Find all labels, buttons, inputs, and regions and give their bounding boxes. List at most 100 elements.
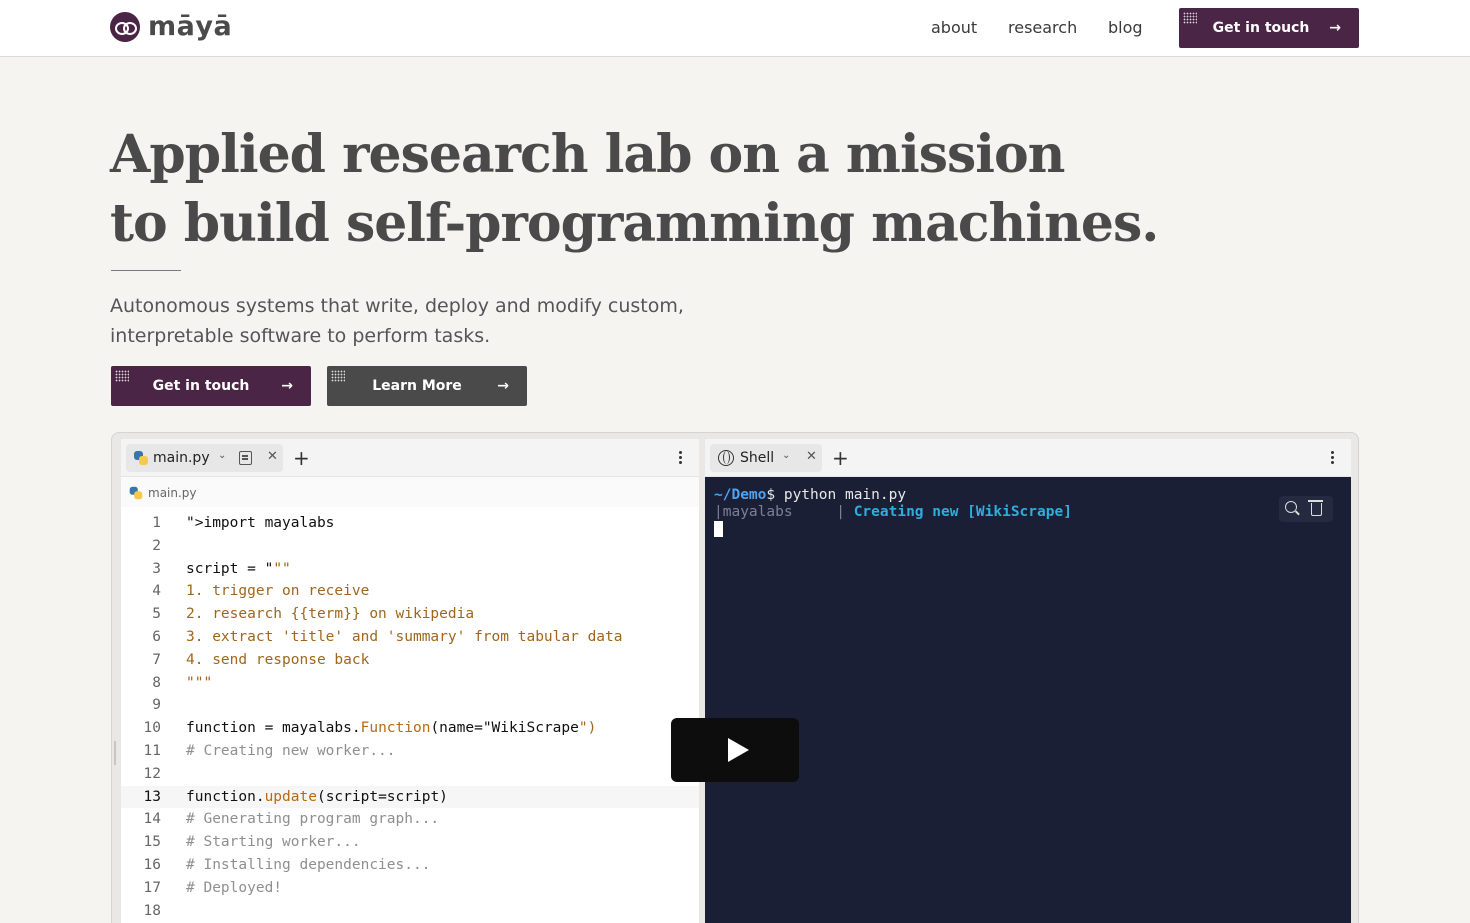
line-number: 13	[143, 788, 161, 805]
line-number: 8	[152, 674, 161, 691]
shell-tab-bar: Shell ⌄ ✕ +	[705, 439, 1351, 477]
line-number: 15	[143, 834, 161, 851]
line-number: 5	[152, 606, 161, 623]
line-code: 4. send response back	[186, 651, 370, 668]
brand-name: māyā	[148, 11, 233, 42]
close-icon[interactable]: ✕	[806, 449, 817, 464]
code-line: 8 """	[121, 672, 699, 695]
line-number: 4	[152, 583, 161, 600]
shell-pane: Shell ⌄ ✕ + ~/Demo$ python main.py |maya…	[705, 439, 1351, 923]
line-code: # Creating new worker...	[186, 742, 396, 759]
add-tab-icon[interactable]: +	[293, 448, 310, 468]
hero-title-line-2: to build self-programming machines.	[110, 193, 1159, 254]
chevron-down-icon[interactable]: ⌄	[218, 450, 226, 461]
code-line: 12	[121, 763, 699, 786]
tab-label: Shell	[740, 450, 775, 466]
code-line: 15 # Starting worker...	[121, 831, 699, 854]
pane-resize-handle[interactable]	[114, 741, 116, 765]
line-number: 9	[152, 697, 161, 714]
brand-logo[interactable]: māyā	[110, 12, 232, 42]
terminal-prompt: ~/Demo	[714, 487, 767, 503]
code-editor-pane: main.py ⌄ ✕ + main.py 1 ">import mayalabs…	[121, 439, 699, 923]
header-get-in-touch-button[interactable]: Get in touch →	[1179, 8, 1359, 48]
python-icon	[134, 451, 148, 465]
terminal-log-message: Creating new [WikiScrape]	[853, 504, 1072, 520]
line-number: 17	[143, 879, 161, 896]
line-number: 6	[152, 628, 161, 645]
trash-icon[interactable]	[1308, 500, 1323, 516]
play-video-button[interactable]	[671, 718, 799, 782]
line-code: ">import mayalabs	[186, 515, 335, 531]
code-area[interactable]: 1 ">import mayalabs 2 3 script = """ 4 1. trig…	[121, 512, 699, 922]
globe-icon	[718, 450, 734, 466]
arrow-right-icon: →	[1329, 20, 1341, 36]
code-line: 1 ">import mayalabs	[121, 512, 699, 535]
tab-label: main.py	[153, 450, 210, 466]
line-code: script = """	[186, 560, 291, 577]
shell-tab[interactable]: Shell ⌄ ✕	[710, 444, 822, 472]
line-number: 7	[152, 651, 161, 668]
line-number: 12	[143, 765, 161, 782]
terminal-toolbar	[1279, 496, 1333, 522]
code-line: 9	[121, 694, 699, 717]
line-code: 1. trigger on receive	[186, 583, 370, 600]
nav-link-about[interactable]: about	[931, 18, 977, 37]
hero-title-line-1: Applied research lab on a mission	[110, 124, 1065, 185]
close-icon[interactable]: ✕	[267, 449, 278, 464]
line-number: 11	[143, 742, 161, 759]
document-icon[interactable]	[239, 451, 252, 465]
button-label: Learn More	[372, 378, 462, 394]
search-icon[interactable]	[1285, 501, 1297, 513]
button-label: Get in touch	[152, 378, 250, 394]
arrow-right-icon: →	[497, 378, 509, 394]
line-number: 18	[143, 902, 161, 919]
line-number: 1	[152, 515, 161, 531]
demo-video-frame: main.py ⌄ ✕ + main.py 1 ">import mayalabs…	[111, 432, 1359, 923]
code-line: 14 # Generating program graph...	[121, 808, 699, 831]
code-line: 11 # Creating new worker...	[121, 740, 699, 763]
line-number: 2	[152, 537, 161, 554]
add-tab-icon[interactable]: +	[832, 448, 849, 468]
more-options-icon[interactable]	[678, 450, 682, 466]
line-code: function.update(script=script)	[186, 788, 448, 805]
nav-link-research[interactable]: research	[1008, 18, 1077, 37]
terminal-output[interactable]: ~/Demo$ python main.py |mayalabs | Creat…	[714, 487, 1072, 538]
line-code: """	[186, 674, 213, 691]
python-icon	[129, 486, 143, 500]
arrow-right-icon: →	[281, 378, 293, 394]
breadcrumb-label: main.py	[148, 486, 197, 500]
line-number: 3	[152, 560, 161, 577]
more-options-icon[interactable]	[1330, 450, 1334, 466]
line-code: # Generating program graph...	[186, 811, 440, 828]
code-line: 7 4. send response back	[121, 649, 699, 672]
code-line: 10 function = mayalabs.Function(name="Wik…	[121, 717, 699, 740]
code-line: 6 3. extract 'title' and 'summary' from t…	[121, 626, 699, 649]
line-code: 2. research {{term}} on wikipedia	[186, 606, 475, 623]
line-code: # Starting worker...	[186, 834, 361, 851]
hero-subtitle-line-2: interpretable software to perform tasks.	[110, 325, 491, 347]
code-line: 16 # Installing dependencies...	[121, 854, 699, 877]
code-line: 13 function.update(script=script)	[121, 785, 699, 809]
code-line: 5 2. research {{term}} on wikipedia	[121, 603, 699, 626]
chevron-down-icon[interactable]: ⌄	[782, 450, 790, 461]
line-number: 10	[143, 720, 161, 737]
dot-pattern-decoration	[115, 370, 129, 382]
code-line: 4 1. trigger on receive	[121, 580, 699, 603]
hero-divider	[111, 270, 181, 271]
top-navigation-bar: māyā about research blog Get in touch →	[0, 0, 1470, 57]
maya-logo-icon	[110, 12, 140, 42]
hero-subtitle-line-1: Autonomous systems that write, deploy an…	[110, 295, 684, 317]
hero-get-in-touch-button[interactable]: Get in touch →	[111, 366, 311, 406]
button-label: Get in touch	[1212, 20, 1310, 36]
nav-link-blog[interactable]: blog	[1108, 18, 1143, 37]
code-line: 18	[121, 900, 699, 923]
code-line: 2	[121, 535, 699, 558]
terminal-command: $ python main.py	[766, 487, 907, 503]
code-line: 3 script = """	[121, 558, 699, 581]
line-code: 3. extract 'title' and 'summary' from ta…	[186, 628, 623, 645]
terminal-cursor	[714, 521, 723, 537]
learn-more-button[interactable]: Learn More →	[327, 366, 527, 406]
editor-tab-bar: main.py ⌄ ✕ +	[121, 439, 699, 477]
editor-file-tab[interactable]: main.py ⌄ ✕	[126, 444, 283, 472]
dot-pattern-decoration	[1183, 12, 1197, 24]
